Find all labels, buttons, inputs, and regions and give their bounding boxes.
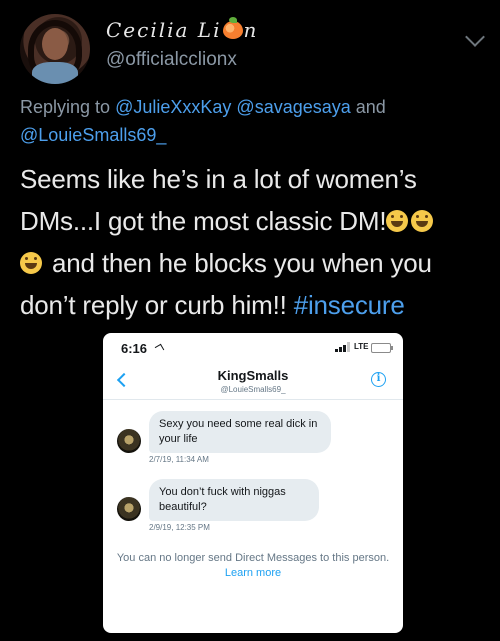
blocked-notice-text: You can no longer send Direct Messages t… bbox=[116, 552, 390, 564]
mention-link[interactable]: @LouieSmalls69_ bbox=[20, 125, 166, 145]
chevron-down-icon[interactable] bbox=[465, 27, 485, 47]
message-timestamp: 2/9/19, 12:35 PM bbox=[149, 523, 210, 532]
mention-link[interactable]: @savagesaya bbox=[236, 97, 350, 117]
status-time: 6:16 bbox=[121, 341, 148, 356]
divider bbox=[103, 399, 403, 400]
battery-icon bbox=[371, 343, 393, 353]
mention-link[interactable]: @JulieXxxKay bbox=[115, 97, 231, 117]
message-avatar bbox=[117, 497, 141, 521]
replying-to-label: Replying to bbox=[20, 97, 111, 117]
display-name-suffix: n bbox=[243, 18, 259, 42]
laughing-cat-icon bbox=[386, 210, 409, 232]
info-icon[interactable]: i bbox=[371, 372, 386, 387]
location-arrow-icon bbox=[154, 343, 165, 354]
laughing-cat-icon bbox=[20, 252, 42, 274]
attached-screenshot[interactable]: 6:16 LTE KingSmalls @LouieSmalls69_ i Se… bbox=[103, 333, 403, 633]
avatar[interactable] bbox=[20, 14, 90, 84]
avatar-face bbox=[42, 28, 68, 60]
replying-to: Replying to @JulieXxxKay @savagesaya and… bbox=[20, 93, 480, 149]
user-handle[interactable]: @officialcclionx bbox=[106, 49, 237, 71]
message-bubble: Sexy you need some real dick in your lif… bbox=[149, 411, 331, 453]
network-label: LTE bbox=[354, 342, 369, 351]
tweet: Cecilia Li n @officialcclionx Replying to… bbox=[0, 0, 500, 641]
tweet-text: Seems like he’s in a lot of women’s DMs.… bbox=[20, 158, 490, 326]
chat-name: KingSmalls bbox=[217, 368, 289, 383]
signal-icon bbox=[335, 342, 353, 352]
message-bubble: You don’t fuck with niggas beautiful? bbox=[149, 479, 319, 521]
message-avatar bbox=[117, 429, 141, 453]
message-timestamp: 2/7/19, 11:34 AM bbox=[149, 455, 209, 464]
display-name-prefix: Cecilia Li bbox=[106, 18, 222, 42]
blocked-notice: You can no longer send Direct Messages t… bbox=[113, 551, 393, 581]
avatar-body bbox=[32, 62, 78, 84]
hashtag-link[interactable]: #insecure bbox=[294, 290, 405, 320]
laughing-cat-icon bbox=[411, 210, 434, 232]
display-name[interactable]: Cecilia Li n bbox=[106, 17, 259, 42]
chat-handle: @LouieSmalls69_ bbox=[220, 385, 286, 394]
tweet-text-part1: Seems like he’s in a lot of women’s DMs.… bbox=[20, 164, 417, 236]
status-bar: 6:16 LTE bbox=[103, 333, 403, 363]
learn-more-link[interactable]: Learn more bbox=[225, 567, 281, 579]
replying-to-and: and bbox=[355, 97, 386, 117]
peach-icon bbox=[222, 17, 243, 39]
